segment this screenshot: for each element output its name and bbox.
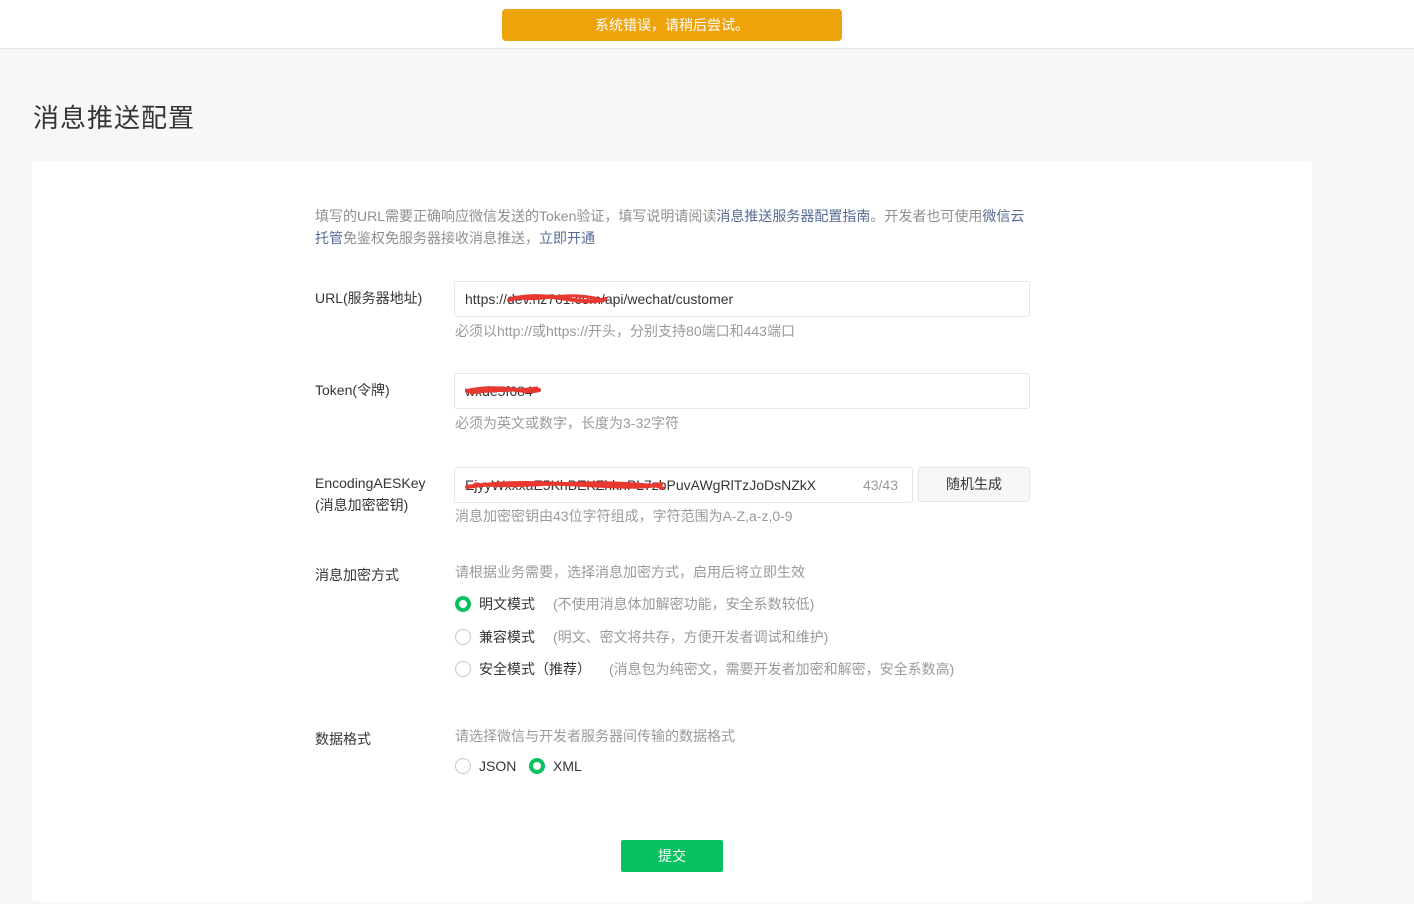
radio-icon xyxy=(455,629,471,645)
radio-label: 兼容模式 xyxy=(479,629,535,645)
aes-hint: 消息加密密钥由43位字符组成，字符范围为A-Z,a-z,0-9 xyxy=(455,508,793,524)
radio-secure-mode[interactable]: 安全模式（推荐） (消息包为纯密文，需要开发者加密和解密，安全系数高) xyxy=(455,659,954,679)
radio-label: 明文模式 xyxy=(479,596,535,612)
radio-icon xyxy=(455,661,471,677)
radio-icon-checked xyxy=(455,596,471,612)
radio-label: JSON xyxy=(479,758,517,774)
aes-label-line1: EncodingAESKey xyxy=(315,475,426,491)
aes-key-counter: 43/43 xyxy=(862,477,898,493)
encrypt-mode-hint: 请根据业务需要，选择消息加密方式，启用后将立即生效 xyxy=(455,564,805,580)
radio-label: 安全模式（推荐） xyxy=(479,661,591,677)
aes-key-input[interactable]: EjyyWxxxaE5KhBEKZhknPL7zbPuvAWgRlTzJoDsN… xyxy=(454,467,913,503)
error-toast: 系统错误，请稍后尝试。 xyxy=(502,9,842,41)
radio-desc: (消息包为纯密文，需要开发者加密和解密，安全系数高) xyxy=(609,661,955,677)
guide-link[interactable]: 消息推送服务器配置指南 xyxy=(716,208,870,224)
submit-button[interactable]: 提交 xyxy=(621,840,723,872)
url-input-value: https://dev.hz761.com/api/wechat/custome… xyxy=(465,291,734,307)
radio-json[interactable]: JSON xyxy=(455,758,516,774)
radio-desc: (不使用消息体加解密功能，安全系数较低) xyxy=(553,596,815,612)
url-label: URL(服务器地址) xyxy=(315,290,423,306)
random-generate-button[interactable]: 随机生成 xyxy=(918,467,1030,502)
data-format-hint: 请选择微信与开发者服务器间传输的数据格式 xyxy=(455,728,735,744)
radio-label: XML xyxy=(553,758,582,774)
radio-icon-checked xyxy=(529,758,545,774)
url-hint: 必须以http://或https://开头，分别支持80端口和443端口 xyxy=(455,323,795,339)
token-input-value: wxde5f684 xyxy=(465,383,533,399)
aes-label-line2: (消息加密密钥) xyxy=(315,497,409,513)
radio-compatible-mode[interactable]: 兼容模式 (明文、密文将共存，方便开发者调试和维护) xyxy=(455,627,828,647)
page-title: 消息推送配置 xyxy=(33,103,196,133)
intro-text-3: 免鉴权免服务器接收消息推送， xyxy=(343,230,539,246)
config-card: 填写的URL需要正确响应微信发送的Token验证，填写说明请阅读消息推送服务器配… xyxy=(32,161,1312,902)
open-now-link[interactable]: 立即开通 xyxy=(539,230,595,246)
radio-icon xyxy=(455,758,471,774)
url-input[interactable]: https://dev.hz761.com/api/wechat/custome… xyxy=(454,281,1030,317)
intro-text-1: 填写的URL需要正确响应微信发送的Token验证，填写说明请阅读 xyxy=(315,208,717,224)
intro-text: 填写的URL需要正确响应微信发送的Token验证，填写说明请阅读消息推送服务器配… xyxy=(315,205,1035,249)
data-format-label: 数据格式 xyxy=(315,731,371,747)
radio-plaintext-mode[interactable]: 明文模式 (不使用消息体加解密功能，安全系数较低) xyxy=(455,594,814,614)
intro-text-2: 。开发者也可使用 xyxy=(870,208,983,224)
token-input[interactable]: wxde5f684 xyxy=(454,373,1030,409)
aes-label: EncodingAESKey (消息加密密钥) xyxy=(315,472,426,516)
radio-desc: (明文、密文将共存，方便开发者调试和维护) xyxy=(553,629,829,645)
encrypt-mode-label: 消息加密方式 xyxy=(315,567,399,583)
token-hint: 必须为英文或数字，长度为3-32字符 xyxy=(455,415,680,431)
token-label: Token(令牌) xyxy=(315,382,390,398)
radio-xml[interactable]: XML xyxy=(529,758,582,774)
aes-key-value: EjyyWxxxaE5KhBEKZhknPL7zbPuvAWgRlTzJoDsN… xyxy=(465,477,817,493)
